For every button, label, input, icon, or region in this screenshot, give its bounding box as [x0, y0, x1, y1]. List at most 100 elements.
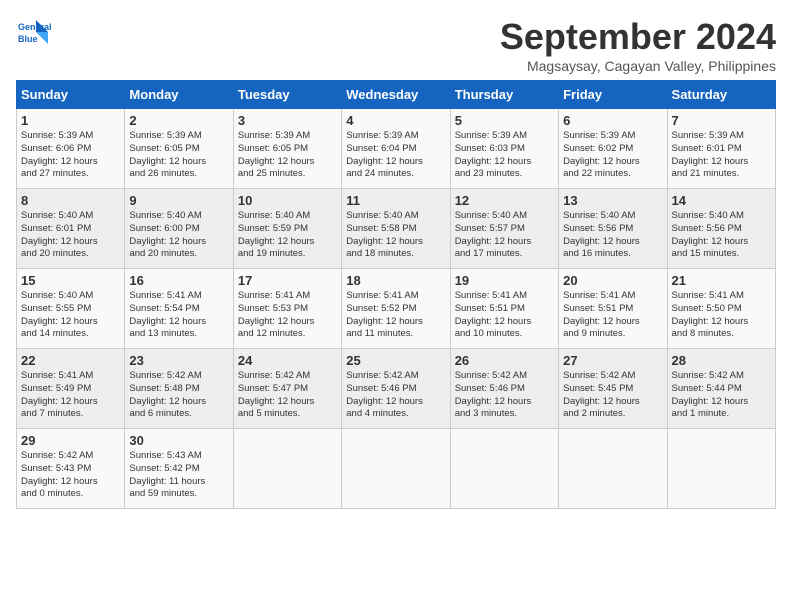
calendar-table: Sunday Monday Tuesday Wednesday Thursday… — [16, 80, 776, 509]
month-title: September 2024 — [500, 16, 776, 58]
calendar-row: 22 Sunrise: 5:41 AM Sunset: 5:49 PM Dayli… — [17, 349, 776, 429]
table-row: 9Sunrise: 5:40 AM Sunset: 6:00 PM Daylig… — [125, 189, 233, 269]
day-number: 8 — [21, 193, 120, 208]
day-number: 28 — [672, 353, 771, 368]
day-number: 5 — [455, 113, 554, 128]
day-number: 16 — [129, 273, 228, 288]
table-row — [450, 429, 558, 509]
day-info: Sunrise: 5:41 AM Sunset: 5:51 PM Dayligh… — [563, 290, 662, 341]
day-info: Sunrise: 5:41 AM Sunset: 5:50 PM Dayligh… — [672, 290, 771, 341]
day-number: 4 — [346, 113, 445, 128]
day-number: 13 — [563, 193, 662, 208]
table-row: 5 Sunrise: 5:39 AM Sunset: 6:03 PM Daylig… — [450, 109, 558, 189]
day-number: 22 — [21, 353, 120, 368]
table-row: 22 Sunrise: 5:41 AM Sunset: 5:49 PM Dayli… — [17, 349, 125, 429]
day-info: Sunrise: 5:39 AM Sunset: 6:03 PM Dayligh… — [455, 130, 554, 181]
header-friday: Friday — [559, 81, 667, 109]
day-info: Sunrise: 5:40 AM Sunset: 6:01 PM Dayligh… — [21, 210, 120, 261]
calendar-row: 1 Sunrise: 5:39 AM Sunset: 6:06 PM Daylig… — [17, 109, 776, 189]
logo: General Blue — [16, 16, 56, 52]
header-wednesday: Wednesday — [342, 81, 450, 109]
table-row — [233, 429, 341, 509]
day-info: Sunrise: 5:42 AM Sunset: 5:44 PM Dayligh… — [672, 370, 771, 421]
day-info: Sunrise: 5:40 AM Sunset: 5:58 PM Dayligh… — [346, 210, 445, 261]
day-info: Sunrise: 5:41 AM Sunset: 5:53 PM Dayligh… — [238, 290, 337, 341]
day-info: Sunrise: 5:42 AM Sunset: 5:46 PM Dayligh… — [346, 370, 445, 421]
weekday-header-row: Sunday Monday Tuesday Wednesday Thursday… — [17, 81, 776, 109]
day-number: 12 — [455, 193, 554, 208]
day-info: Sunrise: 5:39 AM Sunset: 6:05 PM Dayligh… — [238, 130, 337, 181]
svg-text:General: General — [18, 22, 52, 32]
header-sunday: Sunday — [17, 81, 125, 109]
day-info: Sunrise: 5:43 AM Sunset: 5:42 PM Dayligh… — [129, 450, 228, 501]
day-info: Sunrise: 5:39 AM Sunset: 6:06 PM Dayligh… — [21, 130, 120, 181]
day-number: 17 — [238, 273, 337, 288]
day-number: 25 — [346, 353, 445, 368]
day-info: Sunrise: 5:39 AM Sunset: 6:01 PM Dayligh… — [672, 130, 771, 181]
table-row: 30 Sunrise: 5:43 AM Sunset: 5:42 PM Dayli… — [125, 429, 233, 509]
day-info: Sunrise: 5:40 AM Sunset: 5:56 PM Dayligh… — [672, 210, 771, 261]
table-row: 12 Sunrise: 5:40 AM Sunset: 5:57 PM Dayli… — [450, 189, 558, 269]
header-monday: Monday — [125, 81, 233, 109]
day-number: 24 — [238, 353, 337, 368]
day-number: 20 — [563, 273, 662, 288]
day-number: 10 — [238, 193, 337, 208]
table-row — [559, 429, 667, 509]
day-info: Sunrise: 5:39 AM Sunset: 6:04 PM Dayligh… — [346, 130, 445, 181]
table-row: 27Sunrise: 5:42 AM Sunset: 5:45 PM Dayli… — [559, 349, 667, 429]
day-number: 11 — [346, 193, 445, 208]
header: General Blue September 2024 Magsaysay, C… — [16, 16, 776, 74]
table-row: 3 Sunrise: 5:39 AM Sunset: 6:05 PM Daylig… — [233, 109, 341, 189]
table-row — [667, 429, 775, 509]
subtitle: Magsaysay, Cagayan Valley, Philippines — [500, 58, 776, 74]
title-area: September 2024 Magsaysay, Cagayan Valley… — [500, 16, 776, 74]
svg-text:Blue: Blue — [18, 34, 38, 44]
calendar-row: 29Sunrise: 5:42 AM Sunset: 5:43 PM Dayli… — [17, 429, 776, 509]
day-number: 18 — [346, 273, 445, 288]
day-info: Sunrise: 5:42 AM Sunset: 5:46 PM Dayligh… — [455, 370, 554, 421]
day-info: Sunrise: 5:42 AM Sunset: 5:48 PM Dayligh… — [129, 370, 228, 421]
day-number: 21 — [672, 273, 771, 288]
day-info: Sunrise: 5:40 AM Sunset: 5:57 PM Dayligh… — [455, 210, 554, 261]
day-info: Sunrise: 5:41 AM Sunset: 5:54 PM Dayligh… — [129, 290, 228, 341]
day-number: 9 — [129, 193, 228, 208]
table-row: 25 Sunrise: 5:42 AM Sunset: 5:46 PM Dayli… — [342, 349, 450, 429]
day-info: Sunrise: 5:39 AM Sunset: 6:02 PM Dayligh… — [563, 130, 662, 181]
table-row — [342, 429, 450, 509]
header-thursday: Thursday — [450, 81, 558, 109]
header-tuesday: Tuesday — [233, 81, 341, 109]
day-number: 6 — [563, 113, 662, 128]
day-info: Sunrise: 5:40 AM Sunset: 5:56 PM Dayligh… — [563, 210, 662, 261]
day-number: 15 — [21, 273, 120, 288]
table-row: 7 Sunrise: 5:39 AM Sunset: 6:01 PM Daylig… — [667, 109, 775, 189]
day-info: Sunrise: 5:41 AM Sunset: 5:49 PM Dayligh… — [21, 370, 120, 421]
day-info: Sunrise: 5:40 AM Sunset: 5:55 PM Dayligh… — [21, 290, 120, 341]
table-row: 15 Sunrise: 5:40 AM Sunset: 5:55 PM Dayli… — [17, 269, 125, 349]
table-row: 20 Sunrise: 5:41 AM Sunset: 5:51 PM Dayli… — [559, 269, 667, 349]
day-number: 26 — [455, 353, 554, 368]
day-info: Sunrise: 5:40 AM Sunset: 5:59 PM Dayligh… — [238, 210, 337, 261]
day-number: 30 — [129, 433, 228, 448]
table-row: 24Sunrise: 5:42 AM Sunset: 5:47 PM Dayli… — [233, 349, 341, 429]
day-number: 3 — [238, 113, 337, 128]
table-row: 17 Sunrise: 5:41 AM Sunset: 5:53 PM Dayli… — [233, 269, 341, 349]
logo-icon: General Blue — [16, 16, 52, 52]
table-row: 6 Sunrise: 5:39 AM Sunset: 6:02 PM Daylig… — [559, 109, 667, 189]
table-row: 29Sunrise: 5:42 AM Sunset: 5:43 PM Dayli… — [17, 429, 125, 509]
day-number: 7 — [672, 113, 771, 128]
table-row: 21 Sunrise: 5:41 AM Sunset: 5:50 PM Dayli… — [667, 269, 775, 349]
table-row: 26 Sunrise: 5:42 AM Sunset: 5:46 PM Dayli… — [450, 349, 558, 429]
table-row: 19Sunrise: 5:41 AM Sunset: 5:51 PM Dayli… — [450, 269, 558, 349]
day-number: 1 — [21, 113, 120, 128]
table-row: 8 Sunrise: 5:40 AM Sunset: 6:01 PM Daylig… — [17, 189, 125, 269]
table-row: 23 Sunrise: 5:42 AM Sunset: 5:48 PM Dayli… — [125, 349, 233, 429]
table-row: 10 Sunrise: 5:40 AM Sunset: 5:59 PM Dayli… — [233, 189, 341, 269]
table-row: 1 Sunrise: 5:39 AM Sunset: 6:06 PM Daylig… — [17, 109, 125, 189]
table-row: 11 Sunrise: 5:40 AM Sunset: 5:58 PM Dayli… — [342, 189, 450, 269]
day-number: 19 — [455, 273, 554, 288]
table-row: 16 Sunrise: 5:41 AM Sunset: 5:54 PM Dayli… — [125, 269, 233, 349]
day-info: Sunrise: 5:39 AM Sunset: 6:05 PM Dayligh… — [129, 130, 228, 181]
table-row: 18Sunrise: 5:41 AM Sunset: 5:52 PM Dayli… — [342, 269, 450, 349]
day-number: 23 — [129, 353, 228, 368]
table-row: 2Sunrise: 5:39 AM Sunset: 6:05 PM Daylig… — [125, 109, 233, 189]
